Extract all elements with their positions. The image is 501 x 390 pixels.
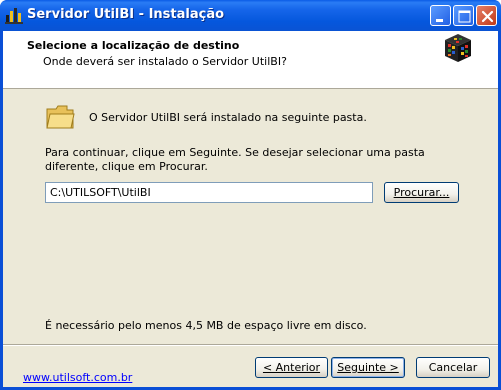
folder-icon (45, 101, 75, 131)
destination-path-input[interactable] (45, 182, 373, 203)
minimize-icon (436, 19, 443, 22)
close-icon (481, 10, 494, 23)
install-location-text: O Servidor UtilBI será instalado na segu… (89, 111, 367, 124)
close-button[interactable] (476, 5, 497, 26)
installer-window: Servidor UtilBI - Instalação Selecione a… (0, 0, 501, 390)
window-title: Servidor UtilBI - Instalação (27, 7, 225, 22)
minimize-button[interactable] (430, 5, 451, 26)
back-button[interactable]: < Anterior (255, 357, 328, 378)
page-subtitle: Onde deverá ser instalado o Servidor Uti… (43, 55, 287, 68)
footer-divider (3, 344, 498, 346)
app-icon[interactable] (5, 6, 23, 24)
instructions-text: Para continuar, clique em Seguinte. Se d… (45, 146, 425, 173)
website-link[interactable]: www.utilsoft.com.br (23, 371, 132, 384)
rubik-cube-icon (442, 32, 474, 64)
page-title: Selecione a localização de destino (27, 39, 240, 52)
title-bar[interactable]: Servidor UtilBI - Instalação (0, 0, 501, 31)
browse-button[interactable]: Procurar... (384, 182, 459, 203)
wizard-header: Selecione a localização de destino Onde … (3, 31, 498, 89)
client-area: Selecione a localização de destino Onde … (3, 31, 498, 387)
maximize-icon (458, 10, 471, 23)
disk-space-text: É necessário pelo menos 4,5 MB de espaço… (45, 319, 367, 332)
cancel-button[interactable]: Cancelar (416, 357, 490, 378)
maximize-button[interactable] (453, 5, 474, 26)
next-button[interactable]: Seguinte > (331, 357, 405, 378)
